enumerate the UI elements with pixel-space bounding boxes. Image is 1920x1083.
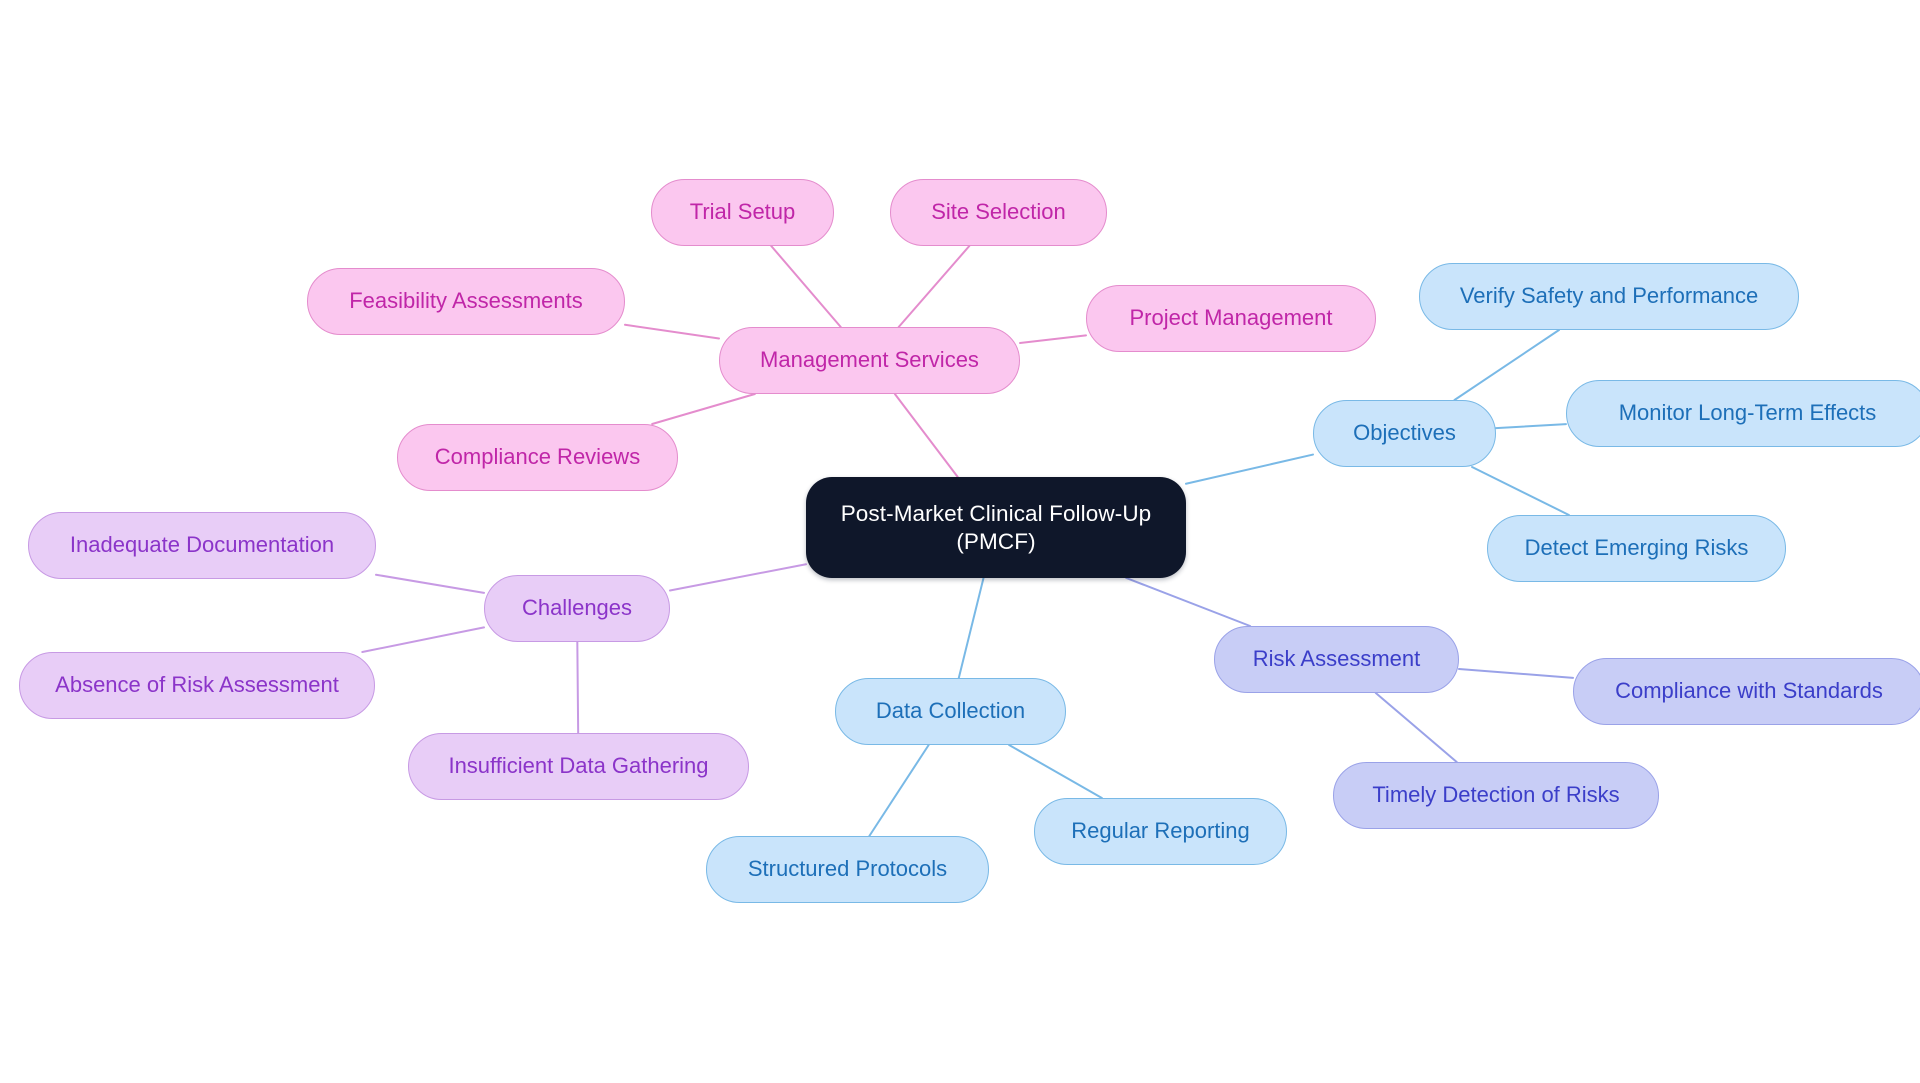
edge bbox=[770, 245, 842, 328]
branch-node-challenges[interactable]: Challenges bbox=[484, 575, 670, 642]
leaf-node-feasibility-assessments[interactable]: Feasibility Assessments bbox=[307, 268, 625, 335]
edge bbox=[361, 626, 485, 653]
edge bbox=[1453, 329, 1560, 401]
edge bbox=[375, 573, 485, 594]
branch-node-management-services[interactable]: Management Services bbox=[719, 327, 1020, 394]
leaf-node-monitor-long-term-effects[interactable]: Monitor Long-Term Effects bbox=[1566, 380, 1920, 447]
edge bbox=[1185, 453, 1314, 485]
edge bbox=[957, 577, 985, 679]
edge bbox=[1125, 577, 1252, 627]
branch-node-objectives[interactable]: Objectives bbox=[1313, 400, 1496, 467]
edge bbox=[1008, 744, 1103, 799]
leaf-node-compliance-reviews[interactable]: Compliance Reviews bbox=[397, 424, 678, 491]
leaf-node-inadequate-documentation[interactable]: Inadequate Documentation bbox=[28, 512, 376, 579]
branch-node-risk-assessment[interactable]: Risk Assessment bbox=[1214, 626, 1459, 693]
edge bbox=[651, 393, 756, 425]
edge bbox=[576, 641, 580, 734]
edge bbox=[1471, 466, 1570, 516]
leaf-node-trial-setup[interactable]: Trial Setup bbox=[651, 179, 834, 246]
leaf-node-compliance-with-standards[interactable]: Compliance with Standards bbox=[1573, 658, 1920, 725]
edge bbox=[868, 744, 930, 837]
edge bbox=[1458, 668, 1574, 679]
leaf-node-site-selection[interactable]: Site Selection bbox=[890, 179, 1107, 246]
edge bbox=[1495, 423, 1567, 430]
edge bbox=[897, 245, 971, 328]
leaf-node-insufficient-data-gathering[interactable]: Insufficient Data Gathering bbox=[408, 733, 749, 800]
leaf-node-project-management[interactable]: Project Management bbox=[1086, 285, 1376, 352]
edge bbox=[1374, 692, 1458, 763]
edge bbox=[669, 563, 807, 592]
root-node-root[interactable]: Post-Market Clinical Follow-Up (PMCF) bbox=[806, 477, 1186, 578]
leaf-node-structured-protocols[interactable]: Structured Protocols bbox=[706, 836, 989, 903]
leaf-node-detect-emerging-risks[interactable]: Detect Emerging Risks bbox=[1487, 515, 1786, 582]
leaf-node-timely-detection-of-risks[interactable]: Timely Detection of Risks bbox=[1333, 762, 1659, 829]
leaf-node-regular-reporting[interactable]: Regular Reporting bbox=[1034, 798, 1287, 865]
edge bbox=[1019, 334, 1087, 345]
branch-node-data-collection[interactable]: Data Collection bbox=[835, 678, 1066, 745]
leaf-node-absence-of-risk-assessment[interactable]: Absence of Risk Assessment bbox=[19, 652, 375, 719]
leaf-node-verify-safety-and-performance[interactable]: Verify Safety and Performance bbox=[1419, 263, 1799, 330]
edge bbox=[624, 323, 720, 340]
mindmap-canvas: Post-Market Clinical Follow-Up (PMCF) Man… bbox=[0, 0, 1920, 1083]
edge bbox=[893, 393, 959, 478]
